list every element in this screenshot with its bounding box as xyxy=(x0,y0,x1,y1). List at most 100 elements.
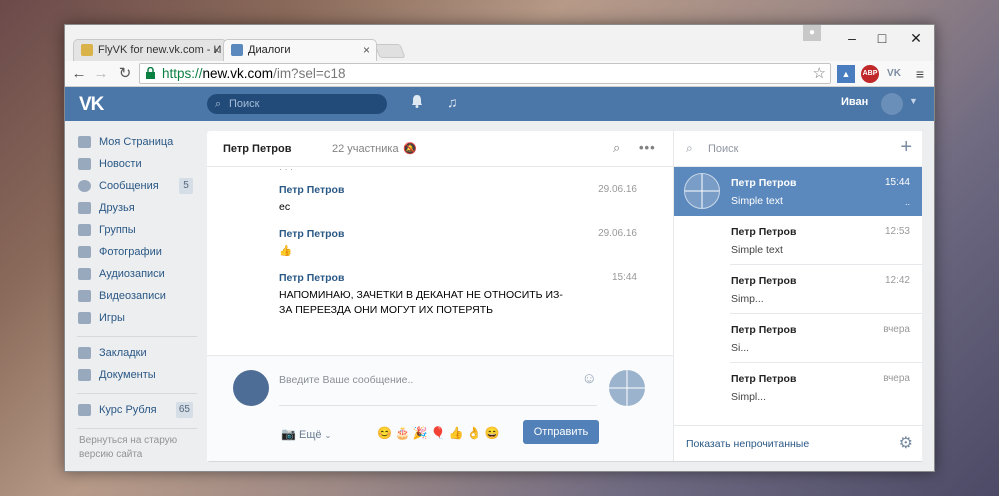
sidebar-item-label: Курс Рубля xyxy=(99,404,157,416)
sidebar-item-label: Моя Страница xyxy=(99,136,174,148)
search-icon: ⌕ xyxy=(215,98,222,110)
chat-panel: Петр Петров 22 участника 🔕 ⌕ ••• · · · П… xyxy=(207,131,673,461)
mute-icon[interactable]: 🔕 xyxy=(403,142,417,155)
search-placeholder: Поиск xyxy=(708,143,739,155)
new-dialog-plus-icon[interactable]: + xyxy=(900,136,912,159)
profile-icon[interactable]: ● xyxy=(803,25,821,41)
chevron-down-icon: ⌄ xyxy=(324,431,332,440)
sidebar-item-games[interactable]: Игры xyxy=(77,307,197,329)
message: Петр Петров 29.06.16 ес xyxy=(279,184,649,215)
send-button[interactable]: Отправить xyxy=(523,420,599,444)
url-host: new.vk.com xyxy=(202,66,274,81)
back-icon[interactable]: ← xyxy=(69,64,89,84)
chat-title[interactable]: Петр Петров xyxy=(223,143,292,155)
star-icon xyxy=(78,347,91,359)
forward-icon[interactable]: → xyxy=(91,64,111,84)
bookmark-star-icon[interactable]: ☆ xyxy=(813,64,826,83)
music-note-icon xyxy=(78,268,91,280)
avatar xyxy=(233,370,269,406)
show-unread-link[interactable]: Показать непрочитанные xyxy=(686,438,809,450)
chevron-down-icon[interactable]: ▼ xyxy=(909,96,918,106)
vk-extension-icon[interactable]: VK xyxy=(885,65,903,83)
dialog-item[interactable]: Петр Петров 15:44 Simple text .. xyxy=(674,167,922,216)
menu-icon[interactable]: ≡ xyxy=(911,65,929,83)
film-icon xyxy=(78,290,91,302)
message: Петр Петров 29.06.16 👍 xyxy=(279,228,649,259)
notifications-bell-icon[interactable] xyxy=(411,94,423,111)
groups-icon xyxy=(78,224,91,236)
music-icon[interactable]: ♫ xyxy=(447,94,458,110)
dialog-search[interactable]: ⌕ Поиск + xyxy=(674,131,922,167)
dialog-item[interactable]: Петр Петров вчера Simpl... xyxy=(674,363,922,412)
close-window-button[interactable]: ✕ xyxy=(901,29,931,47)
tab-flyvk[interactable]: FlyVK for new.vk.com - И × xyxy=(73,39,227,61)
sidebar-item-label: Фотографии xyxy=(99,246,162,258)
sidebar-item-label: Сообщения xyxy=(99,180,159,192)
chat-avatar[interactable] xyxy=(609,370,645,406)
document-icon xyxy=(78,369,91,381)
title-bar: FlyVK for new.vk.com - И × Диалоги × ● –… xyxy=(65,25,934,61)
tab-dialogs[interactable]: Диалоги × xyxy=(223,39,377,61)
dialog-item[interactable]: Петр Петров 12:53 Simple text xyxy=(674,216,922,265)
browser-window: FlyVK for new.vk.com - И × Диалоги × ● –… xyxy=(64,24,935,472)
emoji-picker-icon[interactable]: ☺ xyxy=(582,370,597,387)
message-input[interactable]: Введите Ваше сообщение.. ☺ xyxy=(279,370,597,406)
sidebar-item-groups[interactable]: Группы xyxy=(77,219,197,241)
minimize-button[interactable]: – xyxy=(837,29,867,47)
dialog-name: Петр Петров xyxy=(731,226,797,238)
close-icon[interactable]: × xyxy=(213,40,220,61)
reload-icon[interactable]: ↻ xyxy=(115,64,135,84)
sidebar-item-audio[interactable]: Аудиозаписи xyxy=(77,263,197,285)
sidebar-item-news[interactable]: Новости xyxy=(77,153,197,175)
url-path: /im?sel=c18 xyxy=(273,66,346,81)
browser-toolbar: ← → ↻ https://new.vk.com/im?sel=c18 ☆ ▲ … xyxy=(65,61,934,87)
close-icon[interactable]: × xyxy=(363,40,370,61)
adblock-plus-icon[interactable]: ABP xyxy=(861,65,879,83)
more-attach-label[interactable]: Ещё xyxy=(299,429,322,441)
search-icon[interactable]: ⌕ xyxy=(613,140,620,156)
sidebar-item-ruble-rate[interactable]: Курс Рубля 65 xyxy=(77,399,197,421)
lock-icon xyxy=(146,67,155,79)
sidebar-item-video[interactable]: Видеозаписи xyxy=(77,285,197,307)
message-author[interactable]: Петр Петров xyxy=(279,272,649,284)
dialog-time: 12:53 xyxy=(884,226,910,237)
sidebar-item-messages[interactable]: Сообщения 5 xyxy=(77,175,197,197)
message-text: НАПОМИНАЮ, ЗАЧЕТКИ В ДЕКАНАТ НЕ ОТНОСИТЬ… xyxy=(279,289,563,316)
message-time: 29.06.16 xyxy=(598,228,637,239)
old-version-link[interactable]: Вернуться на старую версию сайта xyxy=(77,434,197,462)
sidebar-item-bookmarks[interactable]: Закладки xyxy=(77,342,197,364)
extension-image-icon[interactable]: ▲ xyxy=(837,65,855,83)
new-tab-button[interactable] xyxy=(374,44,406,58)
sidebar-item-my-page[interactable]: Моя Страница xyxy=(77,131,197,153)
message-author[interactable]: Петр Петров xyxy=(279,228,649,240)
members-count[interactable]: 22 участника xyxy=(332,143,399,155)
message-author[interactable]: Петр Петров xyxy=(279,184,649,196)
message-time: 15:44 xyxy=(611,272,637,283)
more-options-icon[interactable]: ••• xyxy=(639,140,656,155)
address-bar[interactable]: https://new.vk.com/im?sel=c18 ☆ xyxy=(139,63,831,84)
sidebar-item-friends[interactable]: Друзья xyxy=(77,197,197,219)
sidebar-item-documents[interactable]: Документы xyxy=(77,364,197,386)
dialog-item[interactable]: Петр Петров вчера Si... xyxy=(674,314,922,363)
news-icon xyxy=(78,158,91,170)
message-history[interactable]: · · · Петр Петров 29.06.16 ес Петр Петро… xyxy=(207,168,673,355)
user-name[interactable]: Иван xyxy=(841,96,868,108)
gamepad-icon xyxy=(78,312,91,324)
message-time: 29.06.16 xyxy=(598,184,637,195)
sidebar-item-label: Группы xyxy=(99,224,136,236)
vk-logo[interactable]: VK xyxy=(79,94,104,116)
search-icon: ⌕ xyxy=(686,141,693,155)
avatar[interactable] xyxy=(881,93,903,115)
dialog-item[interactable]: Петр Петров 12:42 Simp... xyxy=(674,265,922,314)
vk-favicon-icon xyxy=(231,44,243,56)
messages-icon xyxy=(78,180,91,192)
quick-emoji-bar[interactable]: 😊🎂🎉🎈👍👌😄 xyxy=(377,426,503,440)
sidebar-item-label: Видеозаписи xyxy=(99,290,166,302)
sidebar-item-photos[interactable]: Фотографии xyxy=(77,241,197,263)
gear-icon[interactable]: ⚙ xyxy=(899,433,913,453)
maximize-button[interactable]: □ xyxy=(867,29,897,47)
attach-menu[interactable]: 📷 Ещё ⌄ xyxy=(281,427,331,441)
camera-icon[interactable]: 📷 xyxy=(281,427,296,441)
friends-icon xyxy=(78,202,91,214)
vk-search-input[interactable]: ⌕ Поиск xyxy=(207,94,387,114)
